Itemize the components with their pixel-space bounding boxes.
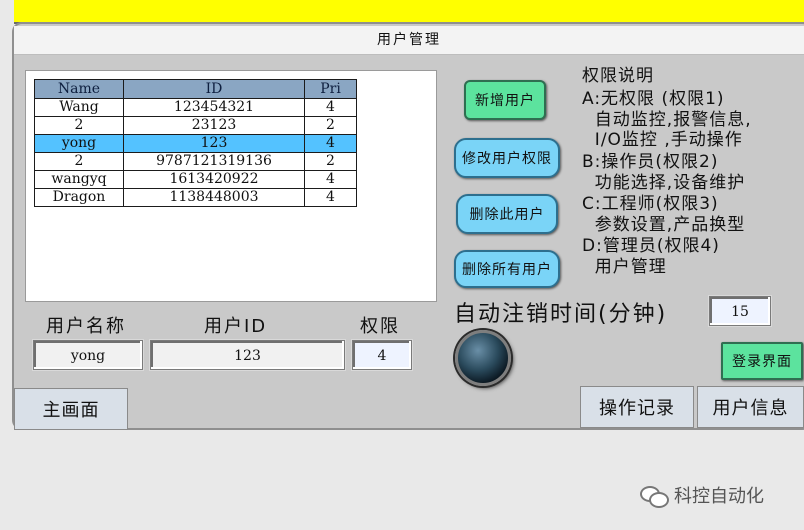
table-header-row: Name ID Pri xyxy=(34,79,357,99)
round-indicator-button[interactable] xyxy=(455,330,511,386)
cell-id: 1613420922 xyxy=(123,170,305,189)
permission-line: D:管理员(权限4) xyxy=(582,236,720,256)
cell-id: 123 xyxy=(123,134,305,153)
user-table-panel: Name ID Pri Wang 123454321 4 2 23123 2 y… xyxy=(25,70,437,302)
cell-name: 2 xyxy=(34,116,124,135)
cell-pri: 4 xyxy=(304,134,357,153)
add-user-button[interactable]: 新增用户 xyxy=(464,80,546,120)
cell-name: wangyq xyxy=(34,170,124,189)
permission-line: 功能选择,设备维护 xyxy=(582,173,746,193)
table-row[interactable]: 2 23123 2 xyxy=(34,116,357,135)
table-row-selected[interactable]: yong 123 4 xyxy=(34,134,357,153)
cell-name: yong xyxy=(34,134,124,153)
username-label: 用户名称 xyxy=(46,316,126,337)
user-table[interactable]: Name ID Pri Wang 123454321 4 2 23123 2 y… xyxy=(34,79,357,207)
cell-id: 123454321 xyxy=(123,98,305,117)
table-row[interactable]: Dragon 1138448003 4 xyxy=(34,188,357,207)
cell-name: 2 xyxy=(34,152,124,171)
cell-id: 1138448003 xyxy=(123,188,305,207)
permissions-heading: 权限说明 xyxy=(582,66,654,86)
permission-line: A:无权限 (权限1) xyxy=(582,89,725,109)
login-screen-button[interactable]: 登录界面 xyxy=(721,342,803,380)
watermark: 科控自动化 xyxy=(640,482,764,508)
tab-user-info[interactable]: 用户信息 xyxy=(697,386,804,428)
cell-name: Wang xyxy=(34,98,124,117)
userid-label: 用户ID xyxy=(204,316,268,337)
delete-user-button[interactable]: 删除此用户 xyxy=(456,194,558,234)
permission-line: 自动监控,报警信息, xyxy=(582,110,752,130)
watermark-text: 科控自动化 xyxy=(674,486,764,507)
table-row[interactable]: wangyq 1613420922 4 xyxy=(34,170,357,189)
column-header-id: ID xyxy=(123,79,305,99)
top-yellow-bar xyxy=(14,0,804,24)
permission-field[interactable]: 4 xyxy=(352,340,412,370)
cell-name: Dragon xyxy=(34,188,124,207)
cell-pri: 4 xyxy=(304,170,357,189)
permission-line: 用户管理 xyxy=(582,257,667,277)
tab-operation-log[interactable]: 操作记录 xyxy=(580,386,694,428)
cell-pri: 4 xyxy=(304,188,357,207)
cell-pri: 2 xyxy=(304,152,357,171)
auto-logout-minutes-field[interactable]: 15 xyxy=(709,296,771,326)
auto-logout-label: 自动注销时间(分钟) xyxy=(454,302,668,327)
username-field[interactable]: yong xyxy=(33,340,143,370)
table-row[interactable]: 2 9787121319136 2 xyxy=(34,152,357,171)
cell-pri: 2 xyxy=(304,116,357,135)
permission-line: 参数设置,产品换型 xyxy=(582,215,746,235)
userid-field[interactable]: 123 xyxy=(150,340,345,370)
modify-permission-button[interactable]: 修改用户权限 xyxy=(454,138,560,178)
cell-id: 23123 xyxy=(123,116,305,135)
window-title: 用户管理 xyxy=(14,26,804,55)
column-header-pri: Pri xyxy=(304,79,357,99)
permission-line: B:操作员(权限2) xyxy=(582,152,719,172)
column-header-name: Name xyxy=(34,79,124,99)
permission-label: 权限 xyxy=(360,316,400,337)
delete-all-users-button[interactable]: 删除所有用户 xyxy=(454,250,560,288)
permission-line: I/O监控 ,手动操作 xyxy=(582,130,743,150)
tab-main-screen[interactable]: 主画面 xyxy=(14,388,128,430)
permission-line: C:工程师(权限3) xyxy=(582,194,719,214)
cell-id: 9787121319136 xyxy=(123,152,305,171)
cell-pri: 4 xyxy=(304,98,357,117)
wechat-icon xyxy=(640,484,669,508)
table-row[interactable]: Wang 123454321 4 xyxy=(34,98,357,117)
